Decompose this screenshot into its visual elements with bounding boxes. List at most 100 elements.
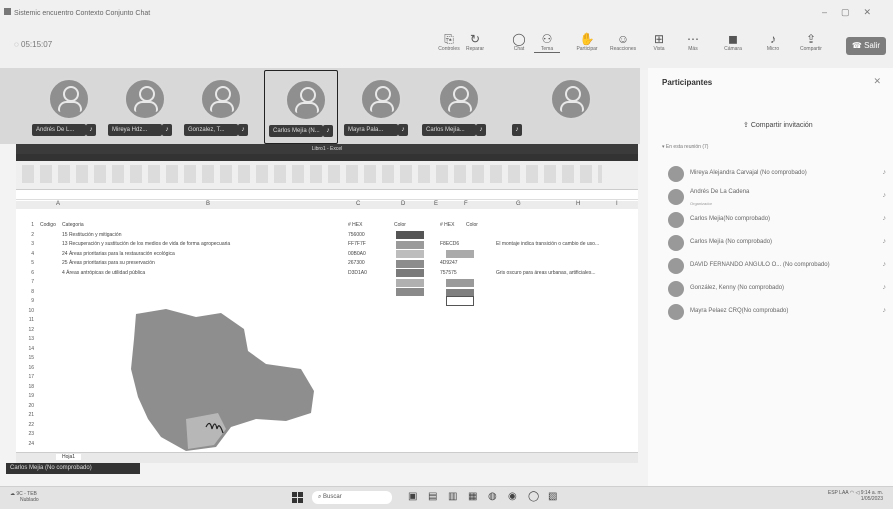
row-number[interactable]: 2 — [24, 232, 34, 238]
toolbar-button[interactable]: ◯ Chat — [506, 32, 532, 52]
formula-bar[interactable] — [16, 190, 638, 200]
toolbar-button[interactable]: ⇪ Compartir — [798, 32, 824, 52]
close-icon[interactable]: ✕ — [873, 76, 881, 87]
color-swatch[interactable] — [396, 269, 424, 277]
toolbar-button[interactable]: ☺ Reacciones — [610, 32, 636, 52]
color-swatch[interactable] — [396, 231, 424, 239]
toolbar-button[interactable]: ⚇ Tema — [534, 32, 560, 53]
row-number[interactable]: 20 — [24, 403, 34, 409]
participants-section-header[interactable]: ▾ En esta reunión (7) — [662, 144, 708, 150]
toolbar-button[interactable]: ✋ Participar — [574, 32, 600, 52]
teams-icon[interactable]: ▤ — [428, 491, 437, 502]
taskbar-search[interactable]: ⌕ Buscar — [312, 491, 392, 504]
table-cell[interactable]: 13 Recuperación y sustitución de los med… — [62, 241, 230, 247]
selected-cell[interactable] — [446, 296, 474, 306]
sheet-tab[interactable]: Hoja1 — [56, 454, 82, 460]
participant-row[interactable]: Mayra Pelaez CRQ(No comprobado) ♪ — [668, 302, 888, 322]
column-header[interactable]: H — [576, 201, 580, 207]
table-cell[interactable]: Color — [466, 222, 478, 228]
table-cell[interactable]: 757575 — [440, 270, 457, 276]
row-number[interactable]: 14 — [24, 346, 34, 352]
row-number[interactable]: 21 — [24, 412, 34, 418]
table-cell[interactable]: 4D9247 — [440, 260, 458, 266]
app-icon-extra[interactable]: ◯ — [528, 491, 539, 502]
row-number[interactable]: 13 — [24, 336, 34, 342]
chrome-icon[interactable]: ◉ — [508, 491, 517, 502]
table-cell[interactable]: Codigo — [40, 222, 56, 228]
column-header[interactable]: I — [616, 201, 618, 207]
row-number[interactable]: 17 — [24, 374, 34, 380]
column-header[interactable]: E — [434, 201, 438, 207]
color-swatch[interactable] — [396, 288, 424, 296]
powerpoint-icon[interactable]: ▧ — [548, 491, 557, 502]
participant-tile[interactable]: Carlos Mejía (N... ♪ — [264, 70, 338, 144]
row-number[interactable]: 18 — [24, 384, 34, 390]
row-number[interactable]: 6 — [24, 270, 34, 276]
row-number[interactable]: 16 — [24, 365, 34, 371]
row-number[interactable]: 11 — [24, 317, 34, 323]
participant-tile[interactable]: Carlos Mejía... ♪ — [418, 70, 490, 142]
table-cell[interactable]: 00B0A0 — [348, 251, 366, 257]
column-header[interactable]: B — [206, 201, 210, 207]
weather-widget[interactable]: ☁ 9C - TEB Nublado — [10, 491, 39, 503]
participant-tile[interactable]: ♪ — [512, 70, 602, 142]
row-number[interactable]: 23 — [24, 431, 34, 437]
row-number[interactable]: 22 — [24, 422, 34, 428]
row-number[interactable]: 1 — [24, 222, 34, 228]
participant-row[interactable]: Carlos Mejia(No comprobado) ♪ — [668, 210, 888, 230]
windows-start-icon[interactable] — [292, 492, 303, 503]
store-icon[interactable]: ▥ — [448, 491, 457, 502]
column-header[interactable]: F — [464, 201, 468, 207]
table-cell[interactable]: Color — [394, 222, 406, 228]
table-cell[interactable]: 4 Áreas antrópicas de utilidad pública — [62, 270, 145, 276]
row-number[interactable]: 10 — [24, 308, 34, 314]
table-cell[interactable]: F8ECD6 — [440, 241, 459, 247]
toolbar-button[interactable]: ⎘ Controles — [436, 32, 462, 52]
participant-row[interactable]: DAVID FERNANDO ANGULO O... (No comprobad… — [668, 256, 888, 276]
table-cell[interactable]: # HEX — [440, 222, 454, 228]
color-swatch[interactable] — [446, 250, 474, 258]
files-icon[interactable]: ▣ — [408, 491, 417, 502]
row-number[interactable]: 9 — [24, 298, 34, 304]
table-cell[interactable]: 24 Áreas prioritarias para la restauraci… — [62, 251, 175, 257]
leave-button[interactable]: ☎ Salir — [846, 37, 886, 55]
table-cell[interactable]: Categoria — [62, 222, 84, 228]
row-number[interactable]: 7 — [24, 279, 34, 285]
toolbar-button[interactable]: ⋯ Más — [680, 32, 706, 52]
color-swatch[interactable] — [446, 279, 474, 287]
table-cell[interactable]: 267300 — [348, 260, 365, 266]
row-number[interactable]: 3 — [24, 241, 34, 247]
participant-tile[interactable]: Gonzalez, T... ♪ — [180, 70, 252, 142]
table-cell[interactable]: 15 Restitución y mitigación — [62, 232, 121, 238]
color-swatch[interactable] — [396, 240, 424, 249]
system-tray[interactable]: ESP LAA ◠ ◁ 9:14 a. m. 1/05/2023 — [828, 490, 883, 502]
participant-row[interactable]: Carlos Mejía (No comprobado) ♪ — [668, 233, 888, 253]
edge-icon[interactable]: ◍ — [488, 491, 497, 502]
folder-icon[interactable]: ▦ — [468, 491, 477, 502]
toolbar-button[interactable]: ↻ Reparar — [462, 32, 488, 52]
column-header[interactable]: C — [356, 201, 360, 207]
toolbar-button[interactable]: ◼ Cámara — [720, 32, 746, 52]
row-number[interactable]: 19 — [24, 393, 34, 399]
table-cell[interactable]: FF7F7F — [348, 241, 366, 247]
row-number[interactable]: 5 — [24, 260, 34, 266]
table-cell[interactable]: D3D1A0 — [348, 270, 367, 276]
table-cell[interactable]: 25 Áreas prioritarias para su preservaci… — [62, 260, 155, 266]
row-number[interactable]: 8 — [24, 289, 34, 295]
row-number[interactable]: 4 — [24, 251, 34, 257]
table-cell[interactable]: El montaje indica transición o cambio de… — [496, 241, 599, 247]
table-cell[interactable]: # HEX — [348, 222, 362, 228]
window-controls[interactable]: –▢✕ — [822, 7, 885, 18]
toolbar-button[interactable]: ♪ Micro — [760, 32, 786, 52]
column-header[interactable]: G — [516, 201, 521, 207]
participant-tile[interactable]: Mireya Hdz... ♪ — [104, 70, 176, 142]
column-header[interactable]: A — [56, 201, 60, 207]
row-number[interactable]: 15 — [24, 355, 34, 361]
toolbar-button[interactable]: ⊞ Vista — [646, 32, 672, 52]
participant-row[interactable]: Mireya Alejandra Carvajal (No comprobado… — [668, 164, 888, 184]
column-header[interactable]: D — [401, 201, 405, 207]
participant-tile[interactable]: Andrés De L... ♪ — [28, 70, 100, 142]
participant-row[interactable]: González, Kenny (No comprobado) ♪ — [668, 279, 888, 299]
color-swatch[interactable] — [396, 259, 424, 268]
color-swatch[interactable] — [396, 278, 424, 287]
